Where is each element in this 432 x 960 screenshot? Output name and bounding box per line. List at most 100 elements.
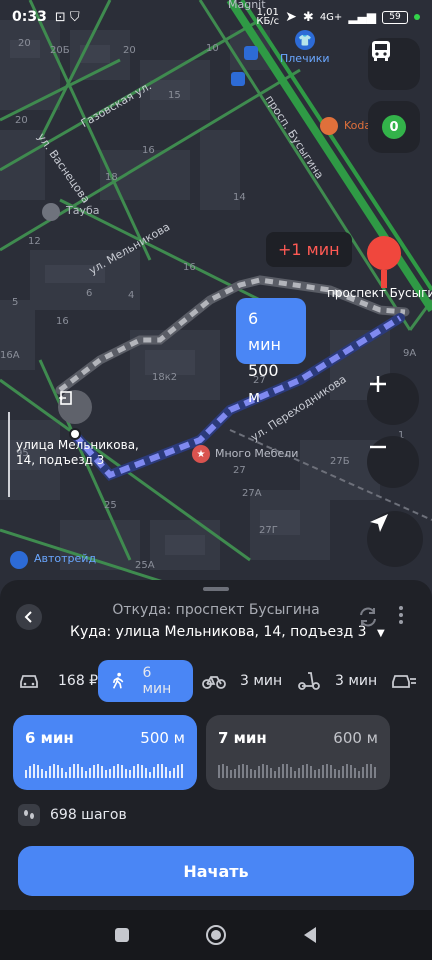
mosque-poi-icon[interactable] xyxy=(42,203,60,221)
mode-walk[interactable]: 6 мин xyxy=(98,660,193,702)
house-number: 27Г xyxy=(259,525,278,536)
my-location-button[interactable] xyxy=(367,511,423,567)
traffic-button[interactable]: 0 xyxy=(368,101,420,153)
elevation-bar xyxy=(49,766,51,778)
poi-label-pechki[interactable]: Плечики xyxy=(280,52,330,65)
poi-label-mnogo-mebeli[interactable]: Много Мебели xyxy=(215,447,298,460)
elevation-bar xyxy=(346,764,348,778)
elevation-bar xyxy=(169,771,171,778)
poi-label-avtotreid[interactable]: Автотрейд xyxy=(34,552,96,565)
swap-route-button[interactable] xyxy=(357,606,379,632)
elevation-bar xyxy=(254,770,256,778)
house-number: 25 xyxy=(104,500,117,511)
mode-taxi[interactable] xyxy=(390,660,416,702)
car-service-poi-icon[interactable] xyxy=(10,551,28,569)
house-number: 14 xyxy=(233,192,246,203)
elevation-bar xyxy=(250,769,252,778)
minus-icon xyxy=(370,445,386,449)
elevation-bar xyxy=(45,771,47,778)
elevation-bar xyxy=(330,765,332,778)
house-number: 27Б xyxy=(330,456,350,467)
destination-marker-icon[interactable] xyxy=(367,236,401,270)
elevation-bar xyxy=(230,770,232,778)
elevation-bar xyxy=(153,767,155,778)
poi-label-tauba[interactable]: Тауба xyxy=(66,204,100,217)
entrance-marker-icon[interactable] xyxy=(58,390,92,424)
elevation-bar xyxy=(354,768,356,778)
route-option-card[interactable]: 7 мин 600 м xyxy=(206,715,390,790)
elevation-bar xyxy=(338,770,340,778)
route-option-distance: 500 м xyxy=(140,729,185,747)
elevation-bar xyxy=(41,769,43,778)
bus-stop-icon[interactable] xyxy=(231,72,245,86)
steps-label: 698 шагов xyxy=(50,807,127,823)
steps-count: 698 шагов xyxy=(18,804,127,826)
route-elevation-bars xyxy=(25,764,183,778)
transport-layer-button[interactable] xyxy=(368,38,420,90)
mode-walk-label: 6 мин xyxy=(142,665,172,697)
recent-apps-icon[interactable] xyxy=(114,927,130,943)
elevation-bar xyxy=(93,765,95,778)
route-to[interactable]: Куда: улица Мельникова, 14, подъезд 3 ▼ xyxy=(70,624,385,640)
elevation-bar xyxy=(101,766,103,778)
alternative-route-delta[interactable]: +1 мин xyxy=(266,232,352,267)
elevation-bar xyxy=(113,766,115,778)
sheet-drag-handle[interactable] xyxy=(203,587,229,591)
footprints-icon xyxy=(18,804,40,826)
elevation-bar xyxy=(270,768,272,778)
elevation-bar xyxy=(73,764,75,778)
taxi-icon xyxy=(392,675,416,688)
elevation-bar xyxy=(53,764,55,778)
star-poi-icon[interactable]: ★ xyxy=(192,445,210,463)
start-navigation-button[interactable]: Начать xyxy=(18,846,414,896)
elevation-bar xyxy=(109,769,111,778)
zoom-in-button[interactable] xyxy=(367,373,419,425)
network-type: 4G+ xyxy=(319,11,343,23)
battery-level: 59 xyxy=(389,12,401,22)
route-to-label: Куда: улица Мельникова, 14, подъезд 3 xyxy=(70,624,367,640)
elevation-bar xyxy=(370,764,372,778)
restaurant-poi-icon[interactable] xyxy=(320,117,338,135)
house-number: 25А xyxy=(135,560,155,571)
elevation-bar xyxy=(262,764,264,778)
map-view[interactable]: Газовская ул. ул. Васнецова ул. Мельнико… xyxy=(0,0,432,600)
elevation-bar xyxy=(366,764,368,778)
elevation-bar xyxy=(61,768,63,778)
more-options-button[interactable] xyxy=(397,604,405,630)
mode-bike-label: 3 мин xyxy=(240,673,283,689)
elevation-bar xyxy=(25,770,27,778)
more-vertical-icon xyxy=(399,606,403,624)
navigation-arrow-icon xyxy=(370,514,388,532)
elevation-bar xyxy=(85,771,87,778)
route-time-bubble[interactable]: 6 мин 500 м xyxy=(236,298,306,406)
elevation-bar xyxy=(69,767,71,778)
home-icon[interactable] xyxy=(205,924,227,946)
zoom-out-button[interactable] xyxy=(367,436,419,488)
elevation-bar xyxy=(314,770,316,778)
car-icon xyxy=(20,675,38,688)
elevation-bar xyxy=(129,770,131,778)
back-nav-icon[interactable] xyxy=(302,926,318,944)
elevation-bar xyxy=(242,764,244,778)
route-bottom-sheet[interactable]: Откуда: проспект Бусыгина Куда: улица Ме… xyxy=(0,580,432,910)
bus-stop-icon[interactable] xyxy=(244,46,258,60)
elevation-bar xyxy=(105,770,107,778)
route-end-label: проспект Бусыгина xyxy=(327,286,432,300)
mode-car[interactable]: 168 ₽ xyxy=(18,660,98,702)
notification-icon: ⊡ ⛉ xyxy=(54,9,80,25)
elevation-bar xyxy=(234,769,236,778)
signal-icon: ▂▄▆ xyxy=(348,10,376,24)
elevation-bar xyxy=(374,767,376,778)
scooter-icon xyxy=(298,672,320,690)
elevation-bar xyxy=(274,771,276,778)
elevation-bar xyxy=(310,766,312,778)
route-elevation-bars xyxy=(218,764,376,778)
elevation-bar xyxy=(141,765,143,778)
mode-scooter[interactable]: 3 мин xyxy=(297,660,377,702)
elevation-bar xyxy=(294,771,296,778)
house-number: 4 xyxy=(128,290,135,301)
house-number: 18к2 xyxy=(152,372,178,383)
mode-bike[interactable]: 3 мин xyxy=(202,660,282,702)
route-option-card-selected[interactable]: 6 мин 500 м xyxy=(13,715,197,790)
elevation-bar xyxy=(266,765,268,778)
